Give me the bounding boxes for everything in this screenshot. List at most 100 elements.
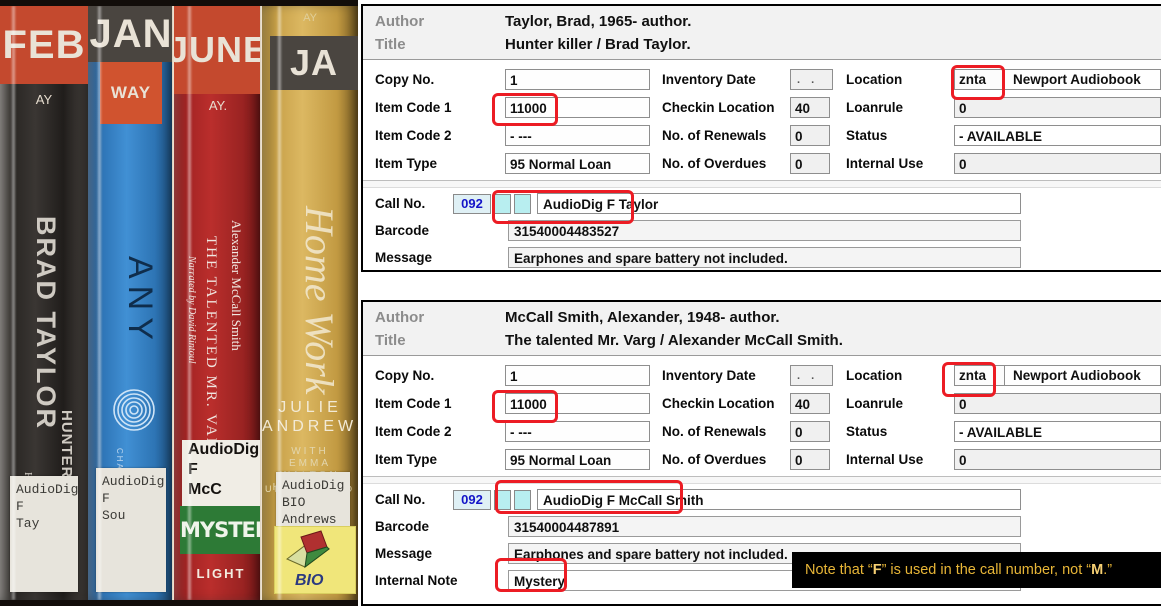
record-2-call-no-subfield-b[interactable] <box>514 489 531 510</box>
book-spine-2: JAN WAY ANY CHARLES SOULE Harper Audio A… <box>88 6 174 600</box>
record-2-item-code-1-field[interactable]: 11000 <box>505 392 650 414</box>
record-2-loanrule-label: Loanrule <box>846 395 904 411</box>
fingerprint-icon <box>113 389 155 431</box>
record-2-overdues-field[interactable]: 0 <box>790 448 830 470</box>
record-2-barcode-field[interactable]: 31540004487891 <box>508 516 1021 537</box>
record-1-title-value: Hunter killer / Brad Taylor. <box>505 36 691 53</box>
record-1-barcode-field[interactable]: 31540004483527 <box>508 220 1021 241</box>
record-2-location-field[interactable]: znta Newport Audiobook <box>954 364 1161 386</box>
record-2-status-label: Status <box>846 423 888 439</box>
record-1-loanrule-field[interactable]: 0 <box>954 96 1161 118</box>
record-1-renewals-field[interactable]: 0 <box>790 124 830 146</box>
record-2-loanrule-field[interactable]: 0 <box>954 392 1161 414</box>
book-spine-1: FEB AY BRAD TAYLOR HUNTER KILLER Harper … <box>0 6 88 600</box>
record-2-message-label: Message <box>375 546 433 561</box>
record-2-author-label: Author <box>375 309 425 326</box>
record-1-location-label: Location <box>846 71 903 87</box>
record-2-checkin-location-label: Checkin Location <box>662 395 775 411</box>
spine-4-author-line-2: ANDREWS <box>262 418 358 435</box>
record-1-item-code-1-field[interactable]: 11000 <box>505 96 650 118</box>
screenshot-root: FEB AY BRAD TAYLOR HUNTER KILLER Harper … <box>0 0 1161 606</box>
record-1-renewals-label: No. of Renewals <box>662 127 767 143</box>
spine-4-call-label: AudioDig BIO Andrews <box>276 472 350 532</box>
record-1-location-field[interactable]: znta Newport Audiobook <box>954 68 1161 90</box>
record-2-item-type-field[interactable]: 95 Normal Loan <box>505 448 650 470</box>
book-spine-4: JA AY Home Work JULIE ANDREWS WITH EMMA … <box>262 6 358 600</box>
spine-4-sub: AY <box>303 12 317 24</box>
item-record-panel-1: Author Taylor, Brad, 1965- author. Title… <box>361 4 1161 272</box>
record-2-item-code-1-label: Item Code 1 <box>375 395 452 411</box>
record-1-inventory-date-label: Inventory Date <box>662 71 756 87</box>
record-2-title-value: The talented Mr. Varg / Alexander McCall… <box>505 332 843 349</box>
record-2-inventory-date-field[interactable]: . . <box>790 364 833 386</box>
record-1-overdues-field[interactable]: 0 <box>790 152 830 174</box>
record-2-call-no-label: Call No. <box>375 492 426 507</box>
record-2-overdues-label: No. of Overdues <box>662 451 767 467</box>
record-1-barcode-label: Barcode <box>375 223 430 238</box>
spine-2-title: ANY <box>121 256 159 347</box>
record-2-call-no-prefix[interactable]: 092 <box>453 489 491 510</box>
spine-3-author: Alexander McCall Smith <box>229 220 244 351</box>
record-1-call-no-subfield-b[interactable] <box>514 193 531 214</box>
record-2-location-code[interactable]: znta <box>955 365 1005 385</box>
record-2-call-no-subfield-a[interactable] <box>494 489 511 510</box>
mystery-sticker: MYSTERY <box>180 506 262 554</box>
record-2-call-no-field[interactable]: AudioDig F McCall Smith <box>537 489 1021 510</box>
spine-4-call-line-1: AudioDig <box>282 478 345 493</box>
record-1-call-no-subfield-a[interactable] <box>494 193 511 214</box>
month-sticker-ja: JA <box>270 36 358 90</box>
record-1-call-no-prefix[interactable]: 092 <box>453 193 491 214</box>
spine-4-call-line-2: BIO <box>282 495 306 510</box>
spine-2-call-line-2: F <box>102 491 110 506</box>
record-1-item-type-field[interactable]: 95 Normal Loan <box>505 152 650 174</box>
record-2-item-code-2-label: Item Code 2 <box>375 423 452 439</box>
record-2-item-code-2-field[interactable]: - --- <box>505 420 650 442</box>
spine-4-author: JULIE ANDREWS <box>262 398 358 436</box>
record-2-location-name: Newport Audiobook <box>1013 367 1141 383</box>
record-1-item-code-2-field[interactable]: - --- <box>505 124 650 146</box>
books-icon <box>286 530 330 569</box>
spine-2-call-label: AudioDig F Sou SCIENCE FICTION <box>96 468 166 592</box>
record-2-location-label: Location <box>846 367 903 383</box>
record-1-status-field[interactable]: - AVAILABLE <box>954 124 1161 146</box>
record-1-message-label: Message <box>375 250 433 265</box>
record-1-copy-no-label: Copy No. <box>375 71 435 87</box>
record-1-copy-no-field[interactable]: 1 <box>505 68 650 90</box>
spine-4-with-line-1: WITH <box>291 446 329 457</box>
spine-1-call-label: AudioDig F Tay <box>10 476 78 592</box>
spine-3-call-label: AudioDig F McC <box>182 440 260 508</box>
record-2-status-field[interactable]: - AVAILABLE <box>954 420 1161 442</box>
spine-1-call-line-2: F <box>16 499 24 514</box>
book-spines-photo: FEB AY BRAD TAYLOR HUNTER KILLER Harper … <box>0 0 358 606</box>
record-2-renewals-label: No. of Renewals <box>662 423 767 439</box>
record-1-checkin-location-label: Checkin Location <box>662 99 775 115</box>
record-2-title-label: Title <box>375 332 406 349</box>
record-2-copy-no-label: Copy No. <box>375 367 435 383</box>
record-1-status-label: Status <box>846 127 888 143</box>
record-1-location-name: Newport Audiobook <box>1013 71 1141 87</box>
record-1-internal-use-field[interactable]: 0 <box>954 152 1161 174</box>
record-1-call-no-field[interactable]: AudioDig F Taylor <box>537 193 1021 214</box>
spine-1-call-line-1: AudioDig <box>16 482 79 497</box>
record-2-checkin-location-field[interactable]: 40 <box>790 392 830 414</box>
book-spine-3: JUNE AY. THE TALENTED MR. VARG Alexander… <box>174 6 262 600</box>
spine-4-author-line-1: JULIE <box>278 399 342 416</box>
record-2-internal-use-label: Internal Use <box>846 451 924 467</box>
spine-2-call-line-1: AudioDig <box>102 474 165 489</box>
record-2-item-type-label: Item Type <box>375 451 438 467</box>
spine-3-title: THE TALENTED MR. VARG <box>203 236 219 463</box>
record-1-author-value: Taylor, Brad, 1965- author. <box>505 13 692 30</box>
record-1-header: Author Taylor, Brad, 1965- author. Title… <box>363 6 1161 60</box>
record-1-message-field[interactable]: Earphones and spare battery not included… <box>508 247 1021 268</box>
record-2-barcode-label: Barcode <box>375 519 430 534</box>
record-1-inventory-date-field[interactable]: . . <box>790 68 833 90</box>
record-2-internal-use-field[interactable]: 0 <box>954 448 1161 470</box>
record-1-location-code[interactable]: znta <box>955 69 1005 89</box>
record-2-renewals-field[interactable]: 0 <box>790 420 830 442</box>
record-1-author-label: Author <box>375 13 425 30</box>
record-1-item-type-label: Item Type <box>375 155 438 171</box>
spine-3-call-line-3: McC <box>188 481 222 498</box>
record-2-copy-no-field[interactable]: 1 <box>505 364 650 386</box>
record-1-checkin-location-field[interactable]: 40 <box>790 96 830 118</box>
record-1-overdues-label: No. of Overdues <box>662 155 767 171</box>
